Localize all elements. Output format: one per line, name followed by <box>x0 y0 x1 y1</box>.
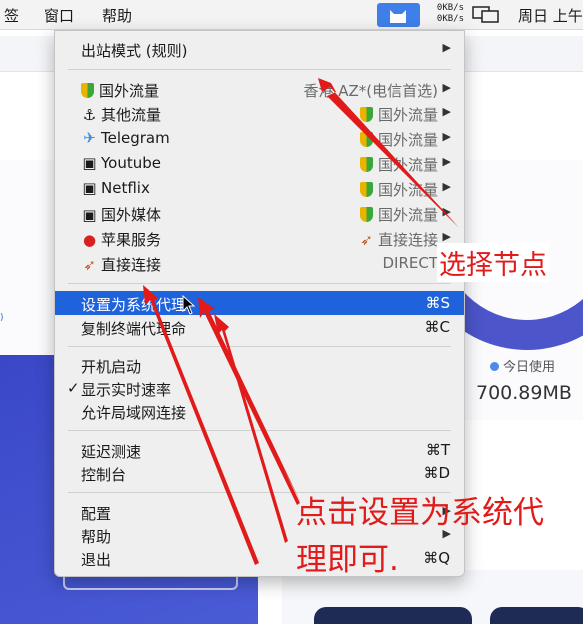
proxy-group-selected: 香港 AZ*(电信首选) <box>303 82 438 100</box>
shortcut-label: ⌘Q <box>423 549 450 567</box>
shield-icon <box>81 83 94 98</box>
proxy-group-selected: 国外流量 <box>377 131 438 149</box>
proxy-group-label: Netflix <box>101 179 150 197</box>
shortcut-label: ⌘T <box>425 441 450 459</box>
submenu-arrow-icon: ▶ <box>442 180 451 193</box>
proxy-group-label: Telegram <box>101 129 170 147</box>
proxy-group-apple-services[interactable]: ● 苹果服务 ➶ 直接连接 ▶ <box>55 226 464 250</box>
submenu-arrow-icon: ▶ <box>442 130 451 143</box>
clapper-icon: ▣ <box>82 206 97 224</box>
mouse-cursor-icon <box>182 295 196 315</box>
menu-item-set-system-proxy[interactable]: 设置为系统代理 ⌘S <box>55 291 464 315</box>
menu-item-latency-test[interactable]: 延迟测速 ⌘T <box>55 438 464 462</box>
set-system-proxy-label: 设置为系统代理 <box>81 296 187 314</box>
menu-item-copy-terminal-proxy[interactable]: 复制终端代理命 ⌘C <box>55 315 464 339</box>
menu-separator <box>68 69 451 70</box>
show-speed-label: 显示实时速率 <box>81 381 172 399</box>
airplane-icon: ✈ <box>83 129 96 147</box>
macos-menu-bar: 签 窗口 帮助 0KB/s 0KB/s 周日 上午 <box>0 0 583 30</box>
proxy-group-label: 国外媒体 <box>101 206 162 224</box>
shield-icon <box>359 182 373 197</box>
anchor-icon: ⚓ <box>82 106 97 124</box>
menu-separator <box>68 283 451 284</box>
proxy-group-netflix[interactable]: ▣ Netflix 国外流量 ▶ <box>55 176 464 200</box>
menu-item-outbound-mode[interactable]: 出站模式 (规则) ▶ <box>55 37 464 61</box>
apple-icon: ● <box>82 231 97 249</box>
today-usage-value: 700.89MB <box>476 382 572 404</box>
left-partial-text: ) <box>0 313 4 323</box>
download-speed: 0KB/s <box>436 14 464 24</box>
submenu-arrow-icon: ▶ <box>442 205 451 218</box>
clashx-status-button[interactable] <box>377 3 420 27</box>
menu-item-quit[interactable]: 退出 ⌘Q <box>55 546 464 570</box>
submenu-arrow-icon: ▶ <box>442 105 451 118</box>
upload-speed: 0KB/s <box>436 3 464 13</box>
rocket-icon: ➶ <box>360 231 373 249</box>
dashboard-label: 控制台 <box>81 466 127 484</box>
menubar-item-help[interactable]: 帮助 <box>102 5 132 26</box>
shield-icon <box>359 207 373 222</box>
proxy-group-label: Youtube <box>101 154 161 172</box>
menubar-item-bookmarks[interactable]: 签 <box>4 5 19 26</box>
menu-item-allow-lan[interactable]: 允许局域网连接 <box>55 399 464 423</box>
config-label: 配置 <box>81 505 112 523</box>
menu-item-launch-at-login[interactable]: 开机启动 <box>55 353 464 377</box>
submenu-arrow-icon: ▶ <box>442 230 451 243</box>
annotation-select-node: 选择节点 <box>437 243 549 282</box>
shortcut-label: ⌘D <box>423 464 450 482</box>
copy-terminal-proxy-label: 复制终端代理命 <box>81 320 187 338</box>
annotation-click-line-2: 理即可. <box>296 542 399 578</box>
checkmark-icon: ✓ <box>67 379 80 397</box>
menu-item-show-speed[interactable]: ✓ 显示实时速率 <box>55 376 464 400</box>
proxy-group-selected: DIRECT <box>382 254 438 272</box>
proxy-group-telegram[interactable]: ✈ Telegram 国外流量 ▶ <box>55 126 464 150</box>
proxy-group-selected: 国外流量 <box>377 106 438 124</box>
menu-separator <box>68 430 451 431</box>
proxy-group-selected: 国外流量 <box>377 181 438 199</box>
dark-button-2[interactable] <box>490 607 583 624</box>
legend-dot <box>490 362 499 371</box>
proxy-group-other-traffic[interactable]: ⚓ 其他流量 国外流量 ▶ <box>55 101 464 125</box>
today-usage-text: 今日使用 <box>503 360 556 375</box>
shortcut-label: ⌘S <box>425 294 450 312</box>
proxy-group-label: 其他流量 <box>101 106 162 124</box>
proxy-group-direct[interactable]: ➶直接连接 DIRECT ▶ <box>55 251 464 275</box>
outbound-mode-label: 出站模式 (规则) <box>81 42 188 60</box>
proxy-group-label: 苹果服务 <box>101 231 162 249</box>
proxy-group-label: 国外流量 <box>99 82 160 100</box>
shield-icon <box>359 157 373 172</box>
dark-button-1[interactable] <box>314 607 472 624</box>
clapper-icon: ▣ <box>82 179 97 197</box>
proxy-group-label: 直接连接 <box>101 256 162 274</box>
allow-lan-label: 允许局域网连接 <box>81 404 187 422</box>
proxy-group-foreign-media[interactable]: ▣ 国外媒体 国外流量 ▶ <box>55 201 464 225</box>
annotation-click-line-1: 点击设置为系统代 <box>296 495 544 531</box>
latency-test-label: 延迟测速 <box>81 443 142 461</box>
launch-at-login-label: 开机启动 <box>81 358 142 376</box>
speed-indicator: 0KB/s 0KB/s <box>424 3 464 25</box>
proxy-group-selected: 直接连接 <box>377 231 438 249</box>
shortcut-label: ⌘C <box>424 318 450 336</box>
submenu-arrow-icon: ▶ <box>442 81 451 94</box>
menubar-clock[interactable]: 周日 上午 <box>518 5 583 26</box>
cat-icon <box>390 10 406 23</box>
menubar-item-window[interactable]: 窗口 <box>44 5 74 26</box>
shield-icon <box>359 132 373 147</box>
menu-separator <box>68 346 451 347</box>
submenu-arrow-icon: ▶ <box>442 41 451 54</box>
proxy-group-youtube[interactable]: ▣ Youtube 国外流量 ▶ <box>55 151 464 175</box>
quit-label: 退出 <box>81 551 112 569</box>
shield-icon <box>359 107 373 122</box>
help-label: 帮助 <box>81 528 112 546</box>
proxy-group-selected: 国外流量 <box>377 206 438 224</box>
today-usage-label: 今日使用 <box>490 356 555 375</box>
menu-item-dashboard[interactable]: 控制台 ⌘D <box>55 461 464 485</box>
clapper-icon: ▣ <box>82 154 97 172</box>
proxy-group-selected: 国外流量 <box>377 156 438 174</box>
display-mirror-icon[interactable] <box>472 6 500 24</box>
rocket-icon: ➶ <box>83 256 96 274</box>
proxy-group-foreign-traffic[interactable]: 国外流量 香港 AZ*(电信首选) ▶ <box>55 77 464 101</box>
submenu-arrow-icon: ▶ <box>442 155 451 168</box>
